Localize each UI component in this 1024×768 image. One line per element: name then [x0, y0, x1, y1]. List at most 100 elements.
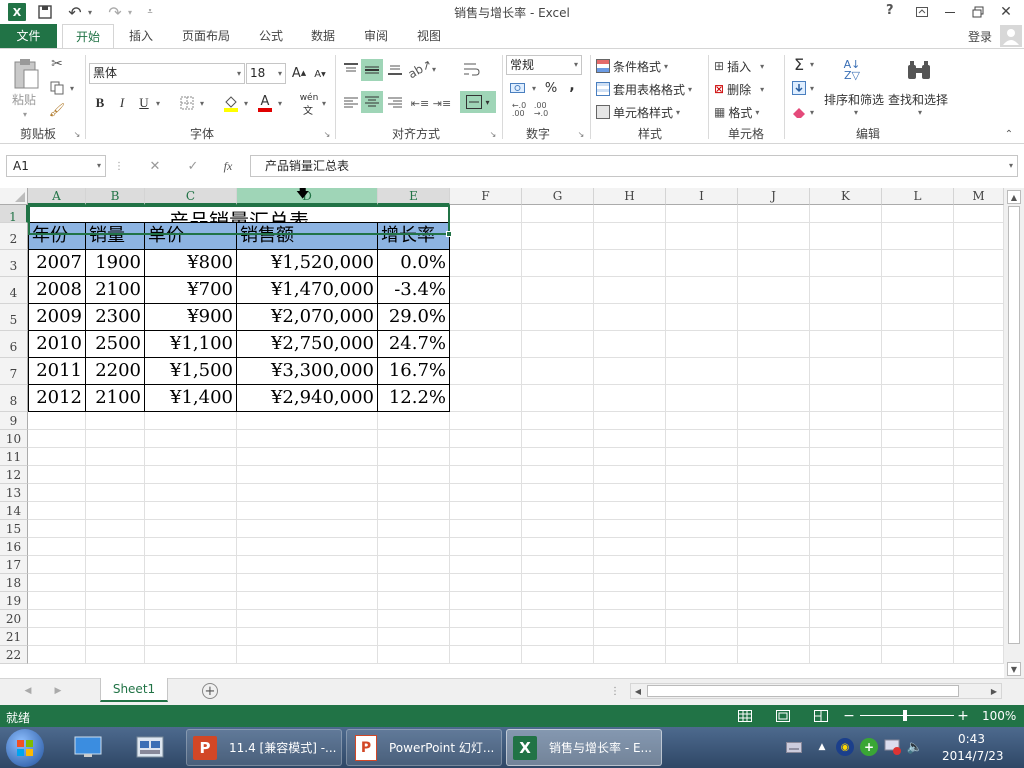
grid-cell[interactable] [594, 574, 666, 592]
sort-filter-dropdown-icon[interactable]: ▾ [852, 107, 860, 117]
row-header-21[interactable]: 21 [0, 628, 28, 646]
grid-cell[interactable] [237, 484, 378, 502]
grid-cell[interactable] [522, 205, 594, 223]
grid-cell[interactable] [666, 592, 738, 610]
grid-cell[interactable] [666, 304, 738, 331]
clock-date[interactable]: 2014/7/23 [942, 749, 1004, 763]
font-size-dropdown-icon[interactable]: ▾ [278, 64, 282, 83]
grow-font-icon[interactable]: A ▲ [291, 63, 307, 83]
row-header-19[interactable]: 19 [0, 592, 28, 610]
column-header-c[interactable]: C [145, 188, 237, 205]
grid-cell[interactable] [450, 412, 522, 430]
grid-cell[interactable] [594, 304, 666, 331]
grid-cell[interactable] [882, 466, 954, 484]
grid-cell[interactable] [594, 331, 666, 358]
cancel-entry-icon[interactable]: ✕ [146, 157, 164, 175]
grid-cell[interactable] [237, 556, 378, 574]
phonetic-glyph-icon[interactable]: 文 [300, 103, 316, 117]
fill-color-dropdown-icon[interactable]: ▾ [242, 97, 250, 109]
grid-cell[interactable] [237, 448, 378, 466]
data-cell[interactable]: 16.7% [378, 358, 450, 385]
grid-cell[interactable] [594, 520, 666, 538]
grid-cell[interactable] [378, 484, 450, 502]
tab-file[interactable]: 文件 [0, 24, 57, 48]
grid-cell[interactable] [86, 448, 145, 466]
grid-cell[interactable] [28, 412, 86, 430]
data-cell[interactable]: 24.7% [378, 331, 450, 358]
grid-cell[interactable] [450, 538, 522, 556]
tab-formulas[interactable]: 公式 [250, 24, 292, 48]
scroll-right-icon[interactable]: ▶ [987, 684, 1001, 698]
grid-cell[interactable] [522, 466, 594, 484]
grid-cell[interactable] [145, 628, 237, 646]
insert-cells-dropdown-icon[interactable]: ▾ [760, 62, 764, 71]
grid-cell[interactable] [810, 385, 882, 412]
data-cell[interactable]: 2300 [86, 304, 145, 331]
fill-color-icon[interactable] [222, 93, 240, 113]
column-header-f[interactable]: F [450, 188, 522, 205]
grid-cell[interactable] [882, 628, 954, 646]
grid-cell[interactable] [666, 610, 738, 628]
row-header-16[interactable]: 16 [0, 538, 28, 556]
grid-cell[interactable] [28, 610, 86, 628]
network-tray-icon[interactable]: ◉ [836, 738, 854, 756]
data-cell[interactable]: 2009 [28, 304, 86, 331]
grid-cell[interactable] [810, 331, 882, 358]
grid-cell[interactable] [522, 574, 594, 592]
underline-button[interactable]: U [136, 93, 152, 113]
grid-cell[interactable] [882, 592, 954, 610]
grid-cell[interactable] [450, 574, 522, 592]
excel-logo-icon[interactable]: X [8, 3, 26, 21]
grid-cell[interactable] [738, 502, 810, 520]
column-header-h[interactable]: H [594, 188, 666, 205]
grid-cell[interactable] [882, 538, 954, 556]
name-box-dropdown-icon[interactable]: ▾ [97, 156, 101, 176]
normal-view-icon[interactable] [736, 708, 754, 724]
cut-icon[interactable]: ✂ [48, 55, 66, 73]
grid-cell[interactable] [522, 250, 594, 277]
grid-cell[interactable] [810, 223, 882, 250]
font-color-icon[interactable]: A [256, 93, 274, 113]
grid-cell[interactable] [28, 556, 86, 574]
grid-cell[interactable] [810, 250, 882, 277]
grid-cell[interactable] [954, 592, 1004, 610]
grid-cell[interactable] [378, 412, 450, 430]
grid-cell[interactable] [237, 466, 378, 484]
tab-view[interactable]: 视图 [408, 24, 450, 48]
grid-cell[interactable] [882, 358, 954, 385]
monitor-tray-icon[interactable] [884, 738, 902, 756]
decrease-indent-icon[interactable]: ⇤≡ [410, 93, 430, 113]
grid-cell[interactable] [666, 628, 738, 646]
grid-cell[interactable] [810, 466, 882, 484]
grid-cell[interactable] [666, 430, 738, 448]
data-cell[interactable]: ¥1,100 [145, 331, 237, 358]
grid-cell[interactable] [810, 646, 882, 664]
grid-cell[interactable] [86, 610, 145, 628]
grid-cell[interactable] [810, 628, 882, 646]
grid-cell[interactable] [738, 574, 810, 592]
zoom-out-icon[interactable]: − [842, 708, 856, 724]
grid-cell[interactable] [954, 610, 1004, 628]
row-header-12[interactable]: 12 [0, 466, 28, 484]
grid-cell[interactable] [28, 574, 86, 592]
grid-cell[interactable] [954, 412, 1004, 430]
grid-cell[interactable] [666, 466, 738, 484]
format-as-table-button[interactable]: 套用表格格式 ▾ [596, 80, 692, 98]
grid-cell[interactable] [666, 484, 738, 502]
grid-cell[interactable] [450, 430, 522, 448]
delete-cells-button[interactable]: ⊠ 删除 ▾ [714, 80, 764, 98]
decrease-decimal-icon[interactable]: .00 →.0 [530, 101, 552, 119]
column-header-m[interactable]: M [954, 188, 1004, 205]
taskbar-item-powerpoint-compat[interactable]: P 11.4 [兼容模式] -... [186, 729, 342, 766]
row-header-2[interactable]: 2 [0, 223, 28, 250]
column-header-j[interactable]: J [738, 188, 810, 205]
font-color-dropdown-icon[interactable]: ▾ [276, 97, 284, 109]
grid-cell[interactable] [738, 277, 810, 304]
grid-cell[interactable] [378, 502, 450, 520]
save-icon[interactable] [37, 4, 53, 20]
grid-cell[interactable] [882, 556, 954, 574]
grid-cell[interactable] [86, 412, 145, 430]
data-cell[interactable]: 2500 [86, 331, 145, 358]
grid-cell[interactable] [450, 277, 522, 304]
grid-cell[interactable] [237, 592, 378, 610]
